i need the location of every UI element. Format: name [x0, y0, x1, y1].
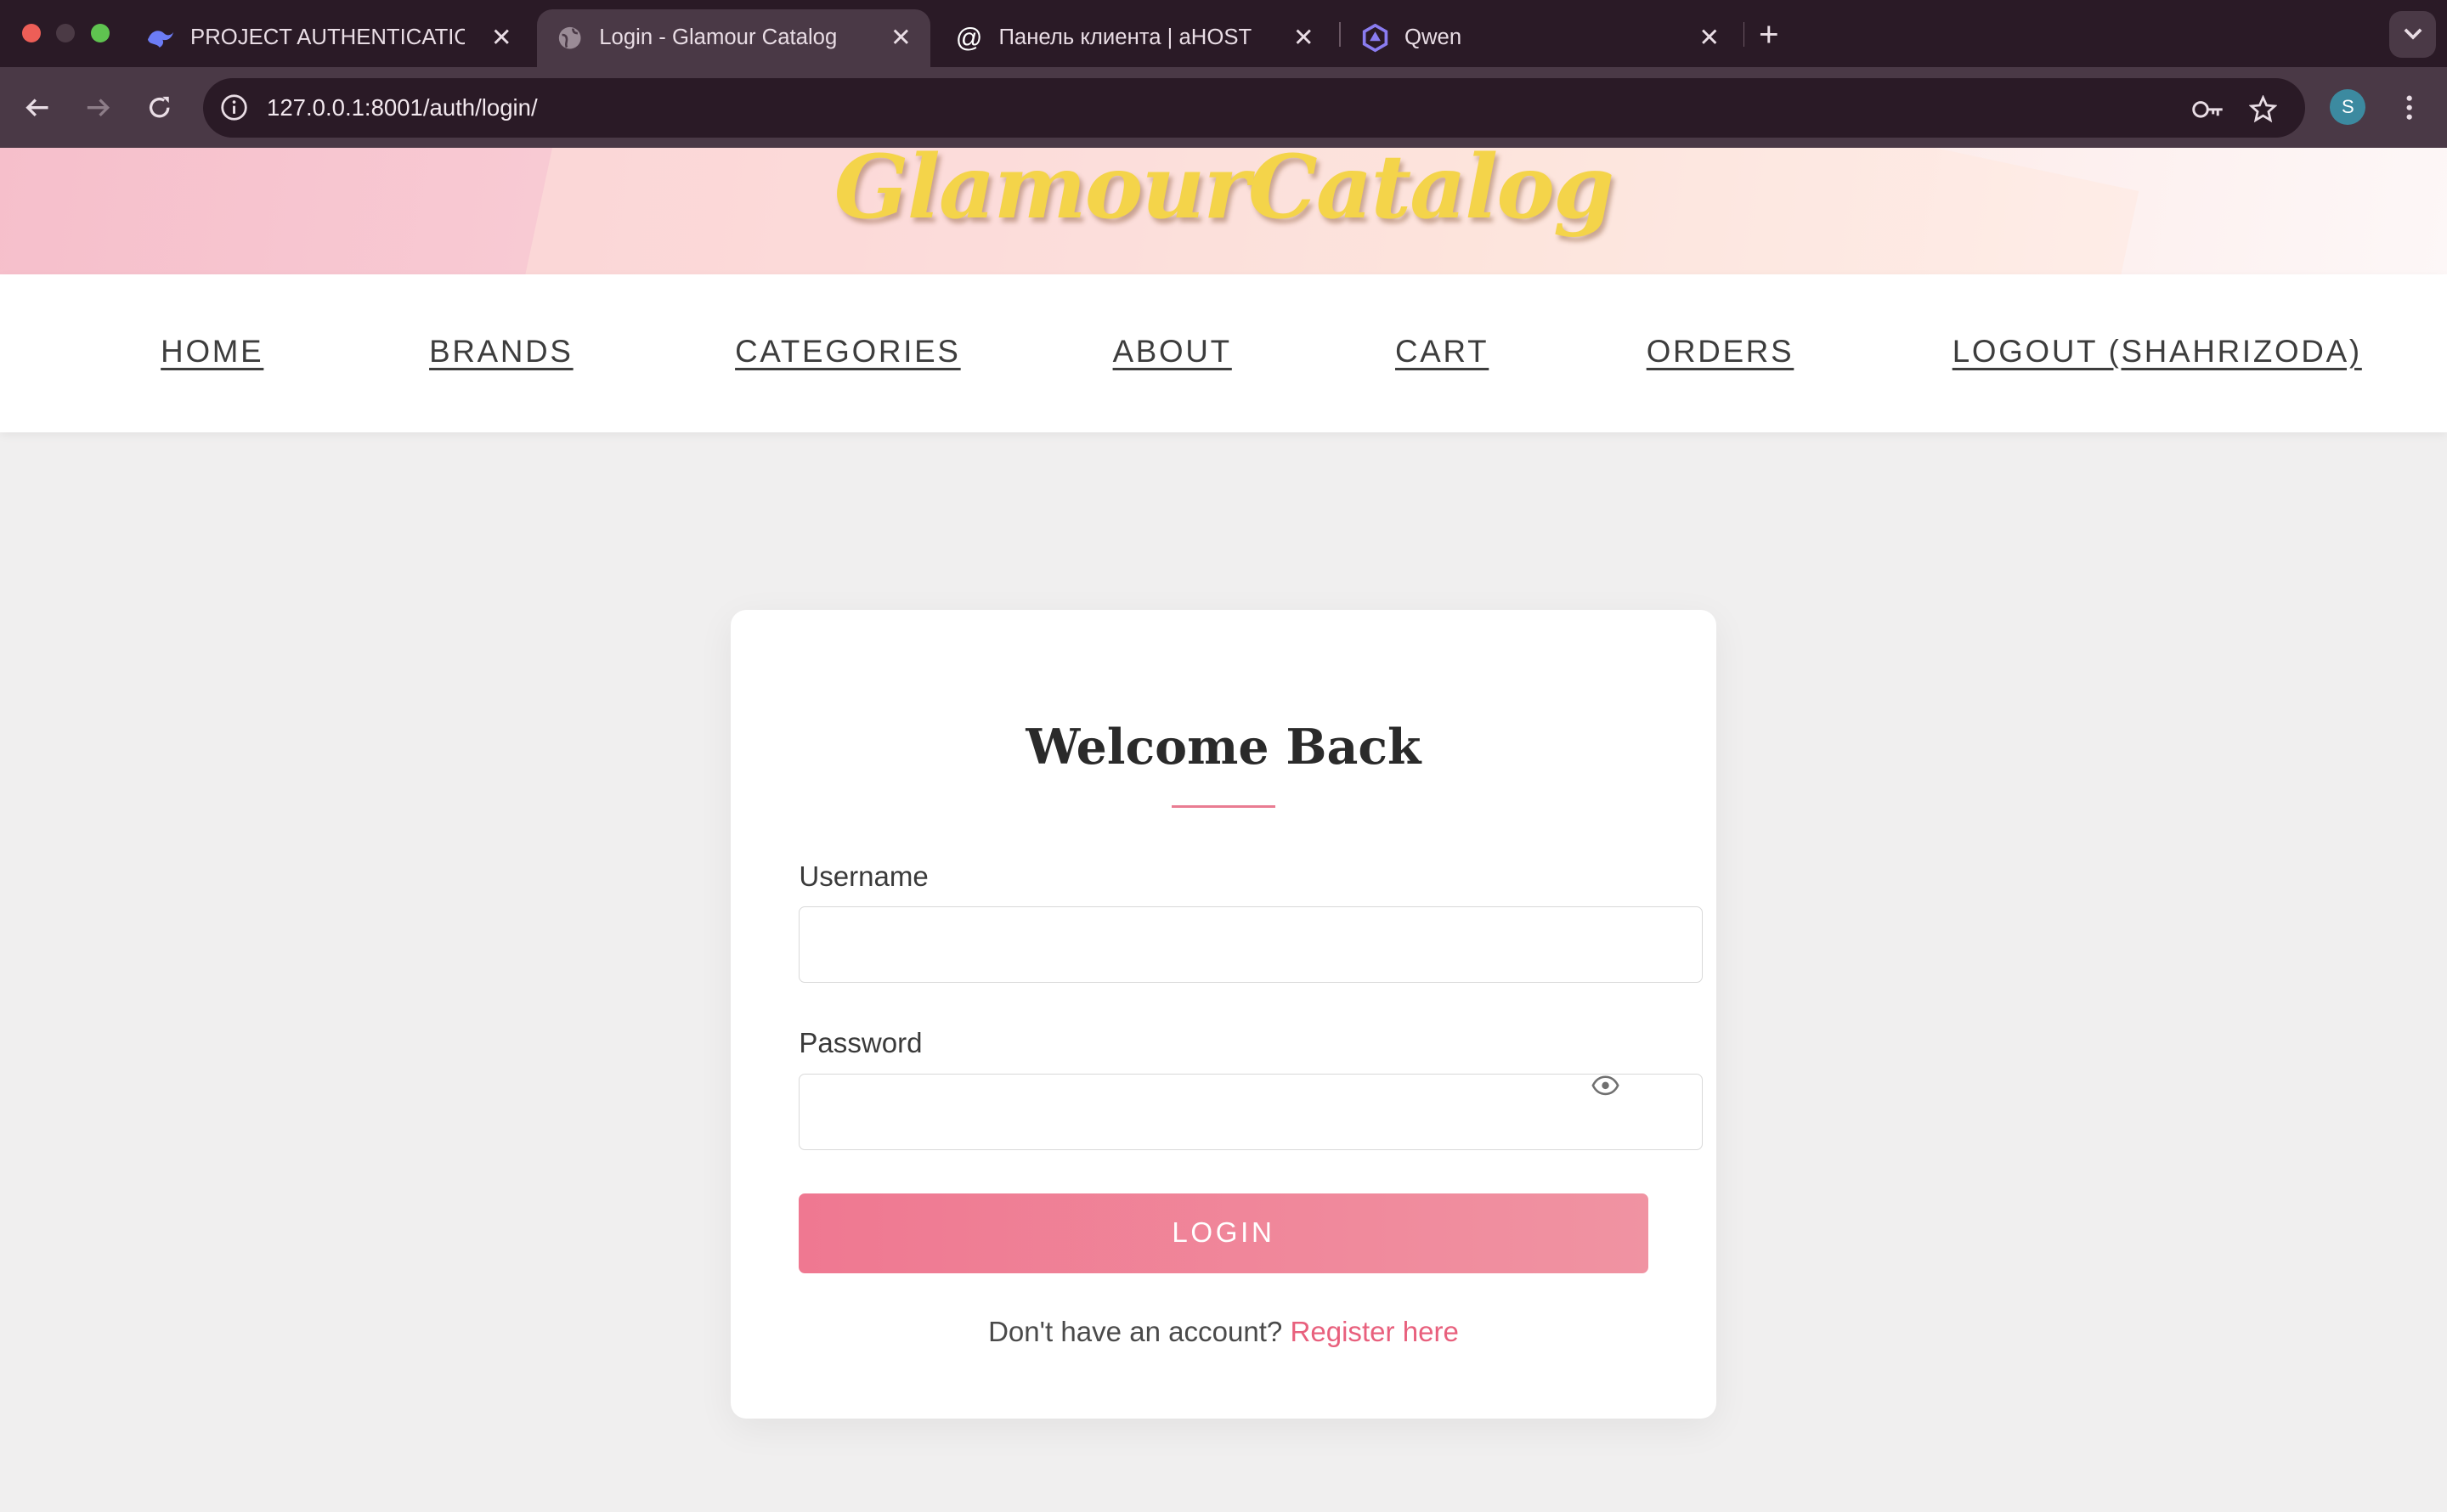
address-bar[interactable]: 127.0.0.1:8001/auth/login/ — [202, 77, 2305, 138]
tab-qwen[interactable]: Qwen ✕ — [1342, 9, 1739, 67]
tab-title: Qwen — [1404, 25, 1462, 50]
password-label: Password — [799, 1028, 923, 1060]
tab-title: PROJECT AUTHENTICATION — [190, 25, 466, 50]
login-card: Welcome Back Username Password LOGIN Don… — [730, 610, 1717, 1419]
nav-about[interactable]: ABOUT — [1113, 334, 1232, 370]
main-navigation: HOME BRANDS CATEGORIES ABOUT CART ORDERS… — [0, 274, 2447, 432]
tab-login-glamour-catalog[interactable]: Login - Glamour Catalog ✕ — [536, 9, 930, 67]
close-icon[interactable]: ✕ — [491, 23, 512, 53]
url-text[interactable]: 127.0.0.1:8001/auth/login/ — [267, 94, 538, 121]
tab-ahost-panel[interactable]: @ Панель клиента | aHOST ✕ — [936, 9, 1333, 67]
register-link[interactable]: Register here — [1290, 1317, 1458, 1348]
login-title: Welcome Back — [1026, 719, 1421, 776]
username-input[interactable] — [799, 906, 1703, 984]
nav-orders[interactable]: ORDERS — [1647, 334, 1794, 370]
password-key-icon[interactable] — [2191, 92, 2225, 126]
close-icon[interactable]: ✕ — [1293, 23, 1314, 53]
close-window-button[interactable] — [21, 23, 41, 42]
at-sign-icon: @ — [955, 23, 983, 53]
nav-categories[interactable]: CATEGORIES — [735, 334, 961, 370]
close-icon[interactable]: ✕ — [890, 23, 912, 53]
tab-project-authentication[interactable]: PROJECT AUTHENTICATION ✕ — [128, 9, 531, 67]
minimize-window-button[interactable] — [56, 23, 76, 42]
username-label: Username — [799, 860, 929, 893]
new-tab-plus-icon[interactable]: + — [1759, 14, 1779, 54]
nav-cart[interactable]: CART — [1395, 334, 1489, 370]
nav-home[interactable]: HOME — [161, 334, 263, 370]
browser-tab-bar: PROJECT AUTHENTICATION ✕ Login - Glamour… — [0, 0, 2447, 67]
nav-logout[interactable]: LOGOUT (SHAHRIZODA) — [1953, 334, 2362, 370]
bookmark-star-icon[interactable] — [2246, 92, 2280, 126]
deepseek-icon — [147, 24, 175, 52]
nav-brands[interactable]: BRANDS — [429, 334, 574, 370]
tab-title: Панель клиента | aHOST — [998, 25, 1252, 50]
tab-divider — [1743, 21, 1745, 48]
tab-search-chevron-icon[interactable] — [2388, 10, 2437, 58]
tab-divider — [1338, 21, 1341, 48]
browser-toolbar: 127.0.0.1:8001/auth/login/ S — [0, 66, 2447, 149]
qwen-icon — [1361, 24, 1389, 53]
globe-icon — [556, 24, 584, 52]
profile-avatar[interactable]: S — [2330, 88, 2366, 125]
register-prompt: Don't have an account? Register here — [731, 1317, 1717, 1349]
password-input[interactable] — [799, 1073, 1703, 1150]
title-divider — [1172, 804, 1275, 809]
maximize-window-button[interactable] — [90, 23, 110, 42]
reload-icon[interactable] — [140, 89, 178, 127]
close-icon[interactable]: ✕ — [1698, 23, 1720, 53]
show-password-eye-icon[interactable] — [1591, 1075, 1619, 1103]
forward-arrow-icon[interactable] — [80, 89, 117, 127]
back-arrow-icon[interactable] — [19, 89, 56, 127]
site-logo[interactable]: GlamourCatalog — [0, 148, 2447, 238]
tab-title: Login - Glamour Catalog — [599, 25, 838, 50]
register-prompt-text: Don't have an account? — [988, 1317, 1283, 1349]
site-info-icon[interactable] — [218, 92, 250, 123]
more-vertical-icon[interactable] — [2393, 89, 2427, 127]
site-header-banner: GlamourCatalog — [0, 148, 2447, 275]
login-button[interactable]: LOGIN — [799, 1193, 1648, 1273]
